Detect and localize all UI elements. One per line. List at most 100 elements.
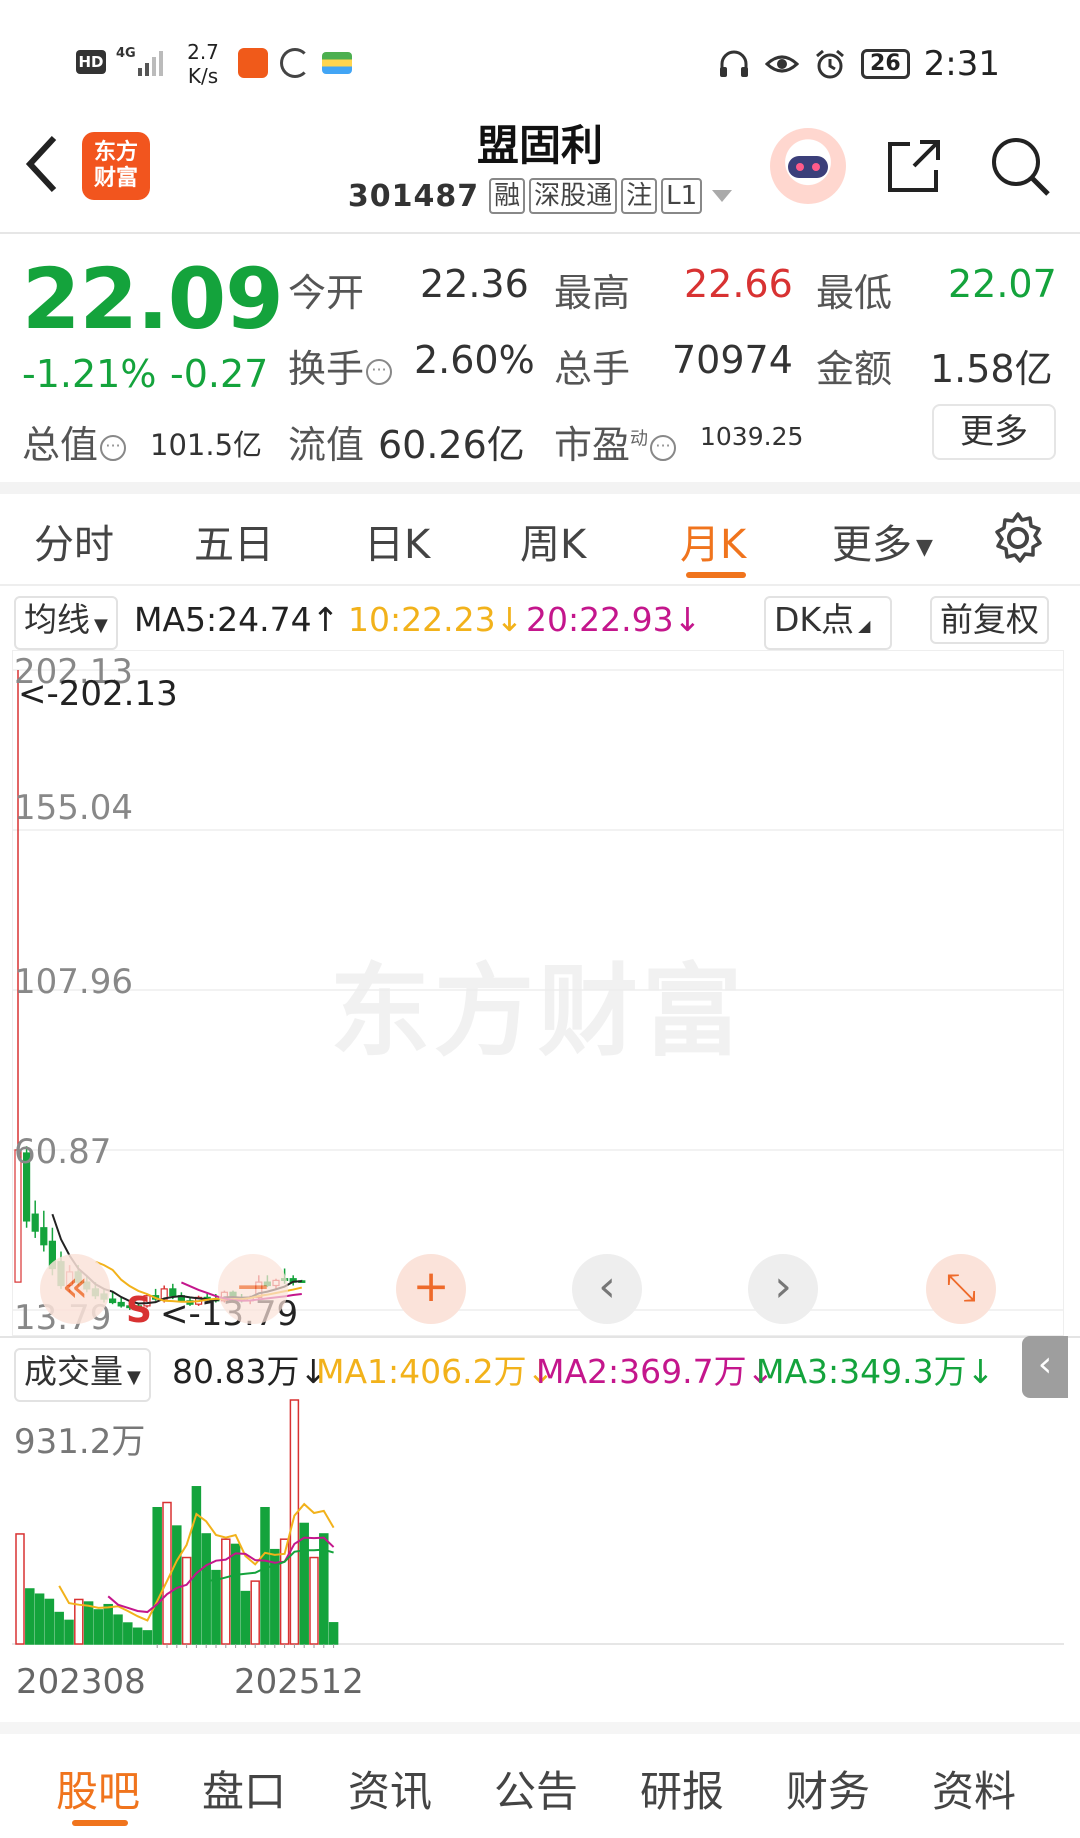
max-price-marker: <-202.13 xyxy=(18,674,178,714)
stock-code: 301487 xyxy=(347,178,480,214)
nav-forum[interactable]: 股吧 xyxy=(56,1758,140,1819)
turnover-label-text: 换手 xyxy=(288,347,365,391)
nav-orderbook[interactable]: 盘口 xyxy=(202,1758,286,1819)
turnover-label[interactable]: 换手 ··· xyxy=(288,338,393,393)
vol-ma3-text: MA3:349.3万 xyxy=(756,1352,967,1391)
arrow-down-icon: ↓ xyxy=(966,1352,995,1391)
volume-indicator-dropdown[interactable]: 成交量 ▼ xyxy=(14,1348,151,1402)
fullscreen-button[interactable]: ⤡ xyxy=(926,1254,996,1324)
volume-bar xyxy=(299,1522,309,1645)
volume-bar xyxy=(260,1506,270,1645)
change-percent: -1.21% xyxy=(22,352,157,396)
corner-caret-icon: ◢ xyxy=(858,616,871,635)
volume-svg[interactable] xyxy=(12,1398,1064,1648)
ma10-text: 10:22.23 xyxy=(348,600,496,639)
search-icon[interactable] xyxy=(988,134,1052,198)
scroll-right-button[interactable]: › xyxy=(748,1254,818,1324)
nav-announcements[interactable]: 公告 xyxy=(494,1758,578,1819)
stock-code-row[interactable]: 301487 融 深股通 注 L1 xyxy=(340,178,740,214)
ma5-text: MA5:24.74 xyxy=(134,600,312,639)
volume-bar xyxy=(172,1525,182,1645)
headphones-icon xyxy=(720,50,749,77)
ytick-2: 155.04 xyxy=(14,788,133,828)
arrow-down-icon: ↓ xyxy=(673,600,702,639)
volume-value: 70974 xyxy=(672,338,793,382)
vol-ma2-text: MA2:369.7万 xyxy=(536,1352,747,1391)
tab-daily-k[interactable]: 日K xyxy=(364,512,430,570)
open-label-text: 今开 xyxy=(288,271,365,315)
tab-monthly-k[interactable]: 月K xyxy=(680,512,746,570)
active-tab-indicator xyxy=(686,572,746,578)
active-nav-indicator xyxy=(72,1820,128,1826)
tab-more-label: 更多 xyxy=(832,522,912,568)
pe-label-text: 市盈 xyxy=(554,423,631,467)
sell-signal: S xyxy=(126,1290,152,1331)
nav-financials[interactable]: 财务 xyxy=(786,1758,870,1819)
side-panel-toggle[interactable]: ‹ xyxy=(1022,1336,1068,1398)
pe-value: 1039.25 xyxy=(700,422,804,451)
ma10-value: 10:22.23↓ xyxy=(348,598,523,642)
caret-down-icon: ▼ xyxy=(916,534,933,560)
share-icon[interactable] xyxy=(884,136,944,196)
volume-bar xyxy=(250,1580,260,1645)
caret-down-icon: ▼ xyxy=(94,615,108,636)
ma20-text: 20:22.93 xyxy=(526,600,674,639)
high-value: 22.66 xyxy=(684,262,793,306)
volume-chart[interactable] xyxy=(12,1398,1064,1648)
volume-bar xyxy=(221,1538,231,1645)
gear-icon[interactable] xyxy=(990,510,1046,566)
volume-bar xyxy=(44,1598,55,1645)
volume-bar xyxy=(152,1506,162,1645)
signal-icon xyxy=(138,51,163,76)
nav-research[interactable]: 研报 xyxy=(640,1758,724,1819)
kline-svg[interactable] xyxy=(12,650,1064,1336)
info-icon: ··· xyxy=(650,434,677,461)
candle xyxy=(40,1210,48,1252)
tab-weekly-k[interactable]: 周K xyxy=(520,512,586,570)
change-amount: -0.27 xyxy=(170,352,269,396)
volume-current-text: 80.83万 xyxy=(172,1352,300,1391)
volume-bar xyxy=(74,1598,84,1645)
volume-indicator-label: 成交量 xyxy=(24,1352,123,1391)
zoom-out-button[interactable]: − xyxy=(218,1254,288,1324)
speed-value: 2.7 xyxy=(187,40,219,64)
notification-app-icon xyxy=(238,48,268,78)
volume-current: 80.83万↓ xyxy=(172,1350,327,1394)
mktcap-label[interactable]: 总值 ··· xyxy=(22,414,127,469)
mktcap-value: 101.5亿 xyxy=(150,428,263,462)
pe-label[interactable]: 市盈动 ··· xyxy=(554,414,677,469)
indicator-label: 均线 xyxy=(24,600,90,639)
network-type: 4G xyxy=(116,46,136,61)
app-logo[interactable]: 东方 财富 xyxy=(82,132,150,200)
nav-news[interactable]: 资讯 xyxy=(348,1758,432,1819)
vol-ma1: MA1:406.2万↓ xyxy=(316,1350,554,1394)
volume-bar xyxy=(230,1543,241,1645)
chart-frame xyxy=(12,650,1064,1336)
volume-bar xyxy=(142,1630,153,1645)
low-label-text: 最低 xyxy=(816,271,893,315)
scroll-left-button[interactable]: ‹ xyxy=(572,1254,642,1324)
volume-bar xyxy=(240,1590,251,1645)
tab-intraday[interactable]: 分时 xyxy=(34,512,114,570)
kline-chart[interactable] xyxy=(12,650,1064,1336)
more-quote-button[interactable]: 更多 xyxy=(932,404,1056,460)
notification-app2-icon xyxy=(322,52,352,74)
nav-profile[interactable]: 资料 xyxy=(932,1758,1016,1819)
indicator-dropdown[interactable]: 均线 ▼ xyxy=(14,596,118,650)
candle xyxy=(31,1200,39,1238)
dk-point-dropdown[interactable]: DK点 ◢ xyxy=(764,596,892,650)
ytick-3: 107.96 xyxy=(14,962,133,1002)
logo-line1: 东方 xyxy=(93,140,138,165)
high-label-text: 最高 xyxy=(554,271,631,315)
info-icon: ··· xyxy=(366,358,393,385)
zoom-in-button[interactable]: + xyxy=(396,1254,466,1324)
ai-assistant-icon[interactable] xyxy=(770,128,846,204)
fast-back-button[interactable]: « xyxy=(40,1254,110,1324)
tabs-divider xyxy=(0,584,1080,586)
back-button[interactable] xyxy=(22,132,82,202)
adjust-button[interactable]: 前复权 xyxy=(930,596,1049,644)
hd-badge: HD xyxy=(76,50,106,74)
tab-five-day[interactable]: 五日 xyxy=(194,512,274,570)
info-icon: ··· xyxy=(100,434,127,461)
tab-more[interactable]: 更多 ▼ xyxy=(832,512,933,570)
